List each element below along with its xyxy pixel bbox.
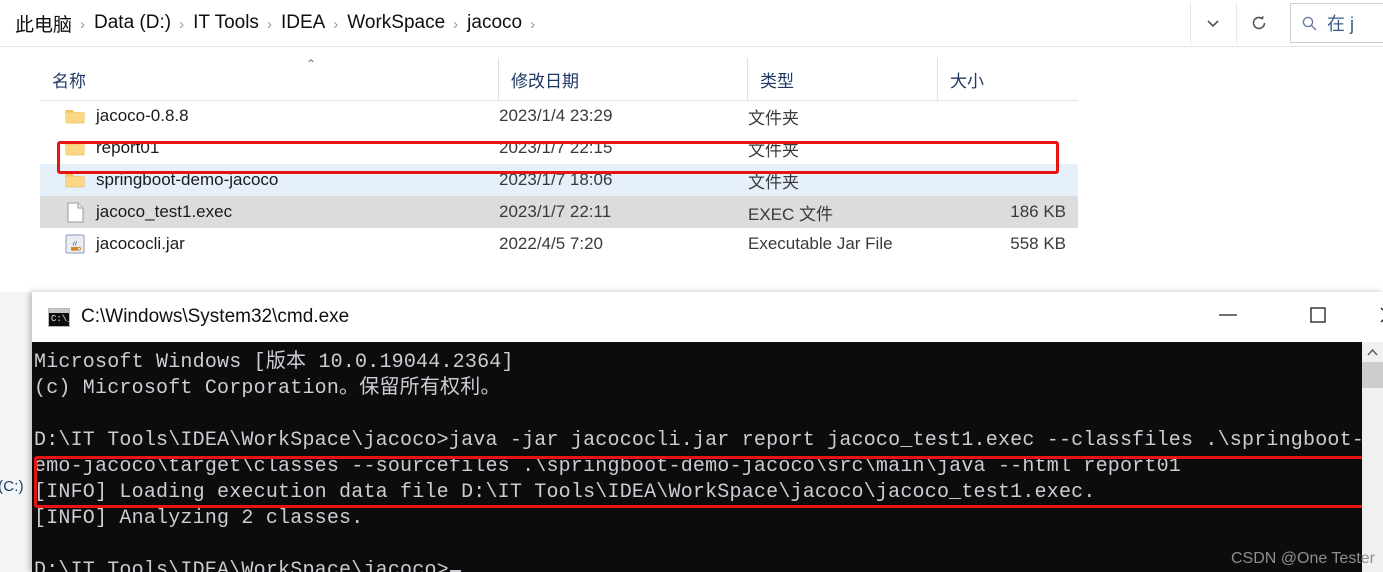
terminal-line-3: D:\IT Tools\IDEA\WorkSpace\jacoco>java -…	[34, 429, 1377, 452]
chevron-down-icon	[1205, 15, 1221, 31]
file-name-cell: jacoco_test1.exec	[40, 196, 232, 228]
file-type-cell: 文件夹	[748, 172, 799, 192]
file-type-cell: 文件夹	[748, 140, 799, 160]
file-name-label: jacococli.jar	[96, 234, 185, 253]
terminal-output-area[interactable]: Microsoft Windows [版本 10.0.19044.2364] (c…	[32, 342, 1383, 572]
close-button[interactable]	[1357, 292, 1383, 342]
file-date-cell: 2023/1/4 23:29	[499, 106, 613, 125]
breadcrumb-item-5[interactable]: jacoco	[462, 9, 527, 37]
search-icon	[1301, 15, 1318, 32]
cmd-icon: C:\_	[48, 307, 73, 327]
terminal-line-0: Microsoft Windows [版本 10.0.19044.2364]	[34, 351, 514, 374]
cmd-window: C:\_ C:\Windows\System32\cmd.exe Microso…	[32, 292, 1383, 572]
file-size-cell: 186 KB	[1010, 202, 1066, 221]
terminal-prompt-text: D:\IT Tools\IDEA\WorkSpace\jacoco>	[34, 559, 449, 572]
sort-ascending-caret-icon: ⌃	[306, 57, 317, 71]
terminal-line-2	[34, 402, 1376, 428]
table-row[interactable]: jacoco-0.8.8 2023/1/4 23:29 文件夹	[40, 100, 1078, 132]
file-name-label: springboot-demo-jacoco	[96, 170, 279, 189]
breadcrumb-separator-icon: ›	[80, 15, 86, 33]
terminal-line-4: emo-jacoco\target\classes --sourcefiles …	[34, 455, 1181, 478]
column-header-date-label: 修改日期	[511, 71, 579, 91]
refresh-icon	[1250, 14, 1268, 32]
cmd-title-bar[interactable]: C:\_ C:\Windows\System32\cmd.exe	[32, 292, 1383, 342]
file-date-cell: 2022/4/5 7:20	[499, 234, 603, 253]
file-type-cell: 文件夹	[748, 108, 799, 128]
scrollbar-thumb[interactable]	[1362, 362, 1383, 388]
desktop-text-fragment-bottom: (C:)	[0, 478, 24, 495]
terminal-line-1: (c) Microsoft Corporation。保留所有权利。	[34, 377, 501, 400]
close-icon	[1378, 305, 1383, 330]
file-name-cell: springboot-demo-jacoco	[40, 164, 278, 196]
column-header-name-label: 名称	[52, 71, 86, 91]
table-row[interactable]: jacococli.jar 2022/4/5 7:20 Executable Jar…	[40, 228, 1078, 260]
breadcrumb-item-3[interactable]: IDEA	[276, 9, 330, 37]
file-size-cell	[938, 132, 1078, 164]
folder-icon	[64, 140, 86, 157]
file-name-cell: jacoco-0.8.8	[40, 100, 189, 132]
terminal-text: Microsoft Windows [版本 10.0.19044.2364] (c…	[34, 350, 1376, 572]
file-type-cell: Executable Jar File	[748, 234, 893, 253]
file-date-cell: 2023/1/7 22:11	[499, 202, 612, 221]
breadcrumb-item-2[interactable]: IT Tools	[188, 9, 264, 37]
table-row[interactable]: springboot-demo-jacoco 2023/1/7 18:06 文件夹	[40, 164, 1078, 196]
address-bar[interactable]: 此电脑 › Data (D:) › IT Tools › IDEA › WorkSpace › ja…	[0, 0, 1383, 47]
file-size-cell	[938, 100, 1078, 132]
breadcrumb-item-4[interactable]: WorkSpace	[342, 9, 450, 37]
column-header-type-label: 类型	[760, 71, 794, 91]
file-size-cell	[938, 164, 1078, 196]
column-header-date[interactable]: 修改日期	[499, 58, 748, 100]
file-name-cell: jacococli.jar	[40, 228, 185, 260]
cmd-title-text: C:\Windows\System32\cmd.exe	[81, 306, 350, 327]
refresh-button[interactable]	[1236, 2, 1281, 44]
file-date-cell: 2023/1/7 22:15	[499, 138, 613, 157]
table-row[interactable]: jacoco_test1.exec 2023/1/7 22:11 EXEC 文件 18…	[40, 196, 1078, 228]
history-dropdown-button[interactable]	[1190, 2, 1235, 44]
minimize-button[interactable]	[1197, 292, 1259, 342]
search-input[interactable]: 在 j	[1290, 3, 1383, 43]
file-size-cell: 558 KB	[1010, 234, 1066, 253]
file-date-cell: 2023/1/7 18:06	[499, 170, 613, 189]
column-header-type[interactable]: 类型	[748, 58, 938, 100]
breadcrumb-separator-icon: ›	[333, 15, 339, 33]
file-type-cell: EXEC 文件	[748, 204, 834, 224]
file-name-label: report01	[96, 138, 160, 157]
breadcrumb[interactable]: 此电脑 › Data (D:) › IT Tools › IDEA › WorkSpace › ja…	[10, 0, 539, 46]
screen: onal (C:) 此电脑›Data (D:)›IT Tools›IDEA›Wo…	[0, 0, 1383, 572]
file-name-cell: report01	[40, 132, 159, 164]
terminal-line-7	[34, 532, 1376, 558]
breadcrumb-separator-icon: ›	[179, 15, 185, 33]
column-header-size[interactable]: 大小	[938, 58, 1078, 100]
column-header-size-label: 大小	[950, 71, 984, 91]
watermark: CSDN @One Tester	[1231, 550, 1375, 567]
terminal-line-6: [INFO] Analyzing 2 classes.	[34, 507, 364, 530]
breadcrumb-separator-icon: ›	[453, 15, 459, 33]
maximize-button[interactable]	[1287, 292, 1349, 342]
breadcrumb-separator-icon: ›	[530, 15, 536, 33]
scroll-up-icon[interactable]	[1362, 342, 1383, 362]
file-name-label: jacoco_test1.exec	[96, 202, 233, 221]
breadcrumb-item-0[interactable]: 此电脑	[10, 7, 77, 40]
breadcrumb-item-1[interactable]: Data (D:)	[89, 9, 176, 37]
column-header-name[interactable]: 名称 ⌃	[40, 58, 499, 100]
jar-icon	[64, 234, 86, 254]
minimize-icon	[1217, 308, 1239, 326]
folder-icon	[64, 108, 86, 125]
terminal-scrollbar[interactable]	[1362, 342, 1383, 572]
file-icon	[64, 202, 86, 223]
table-row[interactable]: report01 2023/1/7 22:15 文件夹	[40, 132, 1078, 164]
search-placeholder: 在 j	[1327, 14, 1354, 34]
file-explorer-window: 此电脑 › Data (D:) › IT Tools › IDEA › WorkSpace › ja…	[0, 0, 1383, 292]
column-headers: 名称 ⌃ 修改日期 类型 大小	[40, 58, 1078, 101]
folder-icon	[64, 172, 86, 189]
file-list: jacoco-0.8.8 2023/1/4 23:29 文件夹 report01 202…	[40, 100, 1078, 274]
maximize-icon	[1309, 306, 1327, 329]
terminal-prompt-line: D:\IT Tools\IDEA\WorkSpace\jacoco>	[34, 558, 1376, 572]
terminal-line-5: [INFO] Loading execution data file D:\IT…	[34, 481, 1096, 504]
breadcrumb-separator-icon: ›	[266, 15, 272, 33]
file-name-label: jacoco-0.8.8	[96, 106, 189, 125]
